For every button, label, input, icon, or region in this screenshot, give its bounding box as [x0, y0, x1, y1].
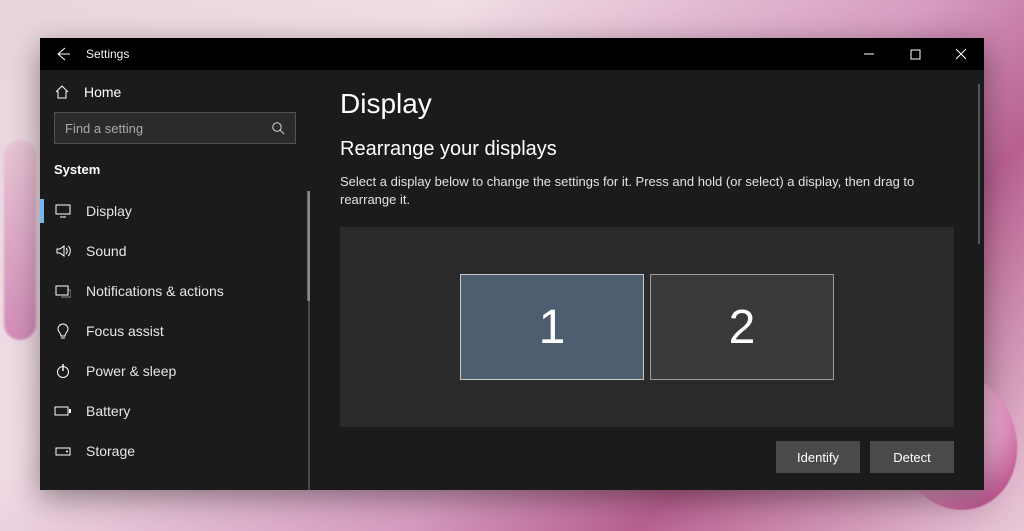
page-title: Display	[340, 88, 954, 120]
section-title: Rearrange your displays	[340, 138, 954, 161]
minimize-button[interactable]	[846, 38, 892, 70]
sidebar-item-power-sleep[interactable]: Power & sleep	[40, 351, 310, 391]
sidebar-item-label: Sound	[86, 243, 126, 259]
battery-icon	[54, 405, 72, 417]
titlebar: Settings	[40, 38, 984, 70]
button-label: Detect	[893, 450, 931, 465]
home-icon	[54, 84, 70, 100]
search-input[interactable]	[65, 121, 271, 136]
monitor-2[interactable]: 2	[650, 274, 834, 380]
search-box[interactable]	[54, 112, 296, 144]
sidebar-item-label: Power & sleep	[86, 363, 176, 379]
sidebar-item-label: Notifications & actions	[86, 283, 224, 299]
sidebar-item-sound[interactable]: Sound	[40, 231, 310, 271]
sidebar-group-label: System	[40, 158, 310, 191]
sidebar-item-notifications[interactable]: Notifications & actions	[40, 271, 310, 311]
focus-assist-icon	[54, 323, 72, 339]
window-title: Settings	[86, 47, 129, 61]
sidebar-item-storage[interactable]: Storage	[40, 431, 310, 471]
monitor-label: 2	[729, 300, 756, 355]
display-arrangement-area[interactable]: 1 2	[340, 227, 954, 427]
sound-icon	[54, 244, 72, 258]
notifications-icon	[54, 284, 72, 298]
sidebar-item-battery[interactable]: Battery	[40, 391, 310, 431]
sidebar: Home System Display	[40, 70, 310, 490]
sidebar-item-label: Battery	[86, 403, 130, 419]
home-button[interactable]: Home	[40, 70, 310, 112]
maximize-icon	[910, 49, 921, 60]
content-scrollbar[interactable]	[978, 84, 980, 244]
button-label: Identify	[797, 450, 839, 465]
arrow-left-icon	[55, 46, 71, 62]
storage-icon	[54, 445, 72, 457]
monitor-label: 1	[539, 300, 566, 355]
power-icon	[54, 363, 72, 379]
home-label: Home	[84, 84, 121, 100]
sidebar-item-label: Focus assist	[86, 323, 164, 339]
sidebar-item-label: Storage	[86, 443, 135, 459]
sidebar-nav: Display Sound Notifications & actions	[40, 191, 310, 490]
detect-button[interactable]: Detect	[870, 441, 954, 473]
close-icon	[955, 48, 967, 60]
identify-button[interactable]: Identify	[776, 441, 860, 473]
wallpaper-accent-left	[4, 140, 36, 340]
back-button[interactable]	[40, 38, 86, 70]
search-icon	[271, 121, 285, 135]
settings-window: Settings Home	[40, 38, 984, 490]
sidebar-item-label: Display	[86, 203, 132, 219]
section-description: Select a display below to change the set…	[340, 173, 954, 209]
display-icon	[54, 204, 72, 218]
content-area: Display Rearrange your displays Select a…	[310, 70, 984, 490]
sidebar-item-display[interactable]: Display	[40, 191, 310, 231]
monitor-1[interactable]: 1	[460, 274, 644, 380]
minimize-icon	[863, 48, 875, 60]
sidebar-item-focus-assist[interactable]: Focus assist	[40, 311, 310, 351]
maximize-button[interactable]	[892, 38, 938, 70]
close-button[interactable]	[938, 38, 984, 70]
